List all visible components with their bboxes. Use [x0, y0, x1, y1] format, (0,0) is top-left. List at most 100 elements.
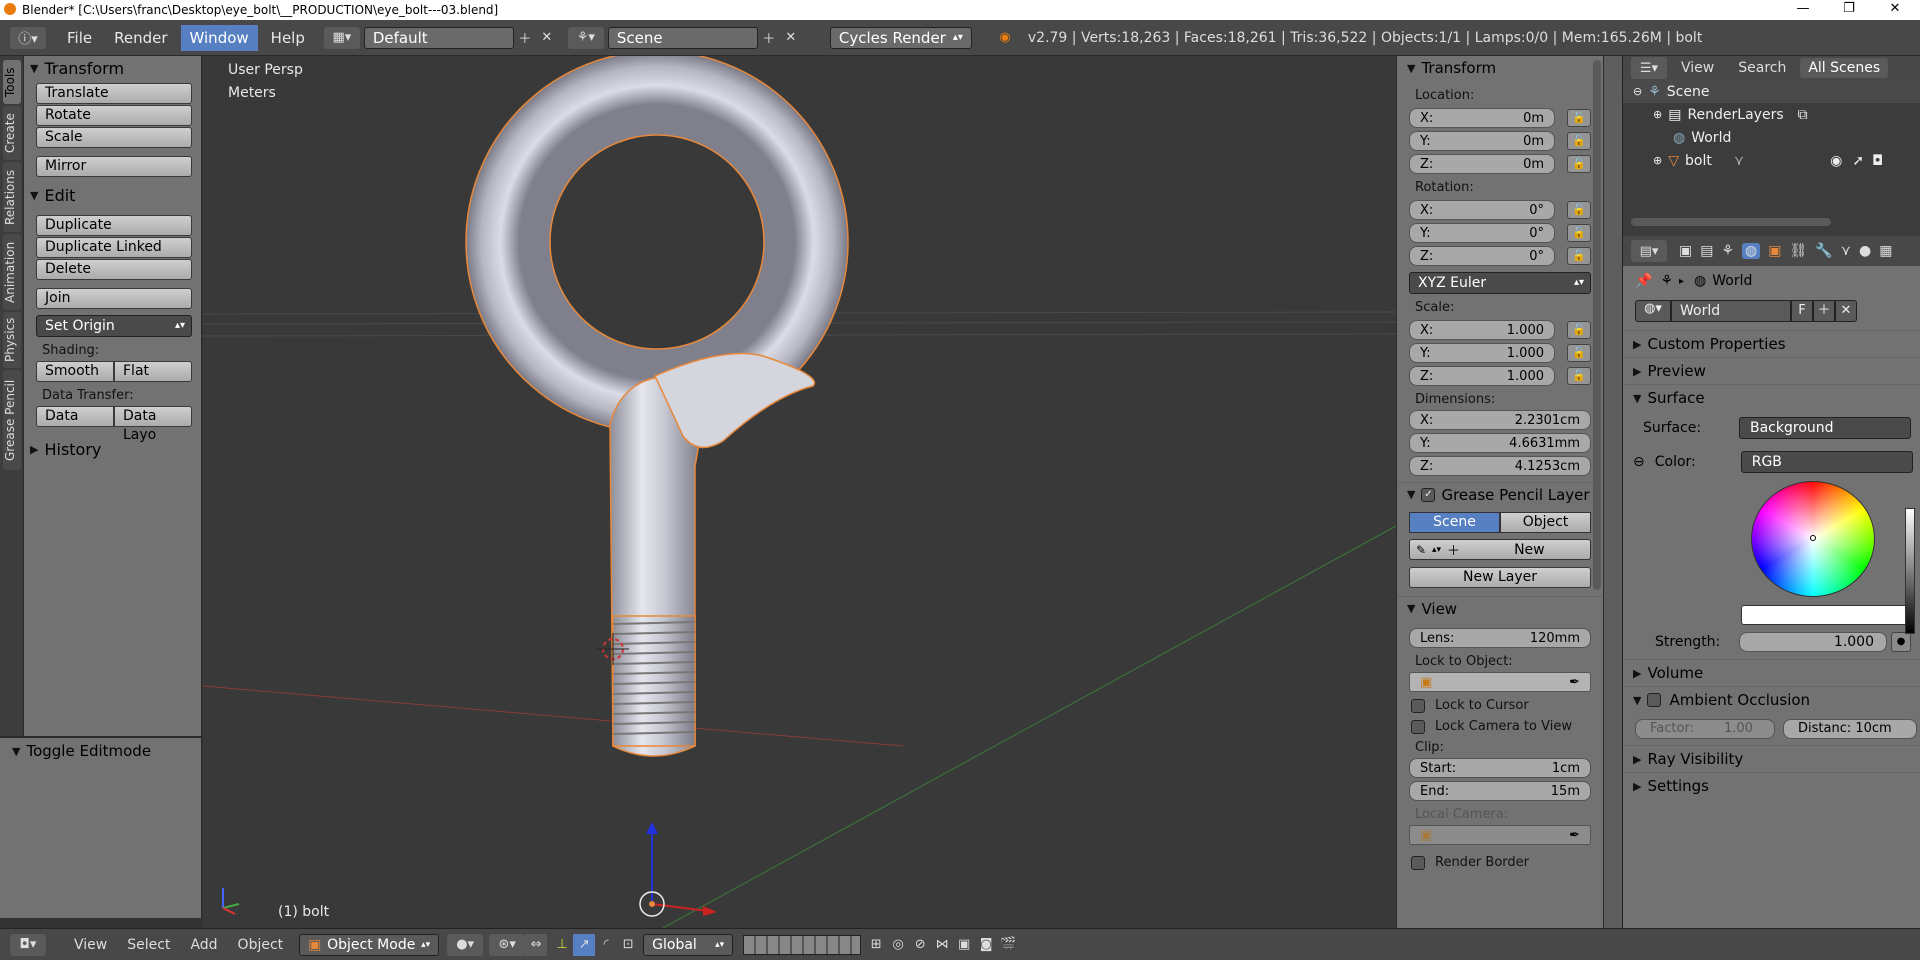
render-border-checkbox[interactable]: Render Border	[1411, 855, 1603, 870]
eye-icon[interactable]: ◉	[1830, 153, 1842, 169]
rotation-z-field[interactable]: Z: 0°	[1409, 246, 1555, 266]
manipulator-toggle-icon[interactable]: ⇔	[525, 933, 548, 956]
unlink-world-icon[interactable]: ✕	[1835, 300, 1857, 322]
editor-type-icon[interactable]: ◘▾	[10, 933, 46, 956]
lock-icon[interactable]: 🔓	[1567, 109, 1591, 127]
ray-visibility-panel[interactable]: ▶ Ray Visibility	[1623, 745, 1920, 772]
lock-to-cursor-checkbox[interactable]: Lock to Cursor	[1411, 698, 1603, 713]
outliner-row-bolt[interactable]: ⊕ ▽ bolt ⋎ ◉ ➚ ◘	[1623, 149, 1920, 172]
view-panel-header[interactable]: ▼ View	[1397, 596, 1603, 620]
strength-field[interactable]: 1.000	[1739, 632, 1887, 652]
menu-help[interactable]: Help	[262, 25, 314, 51]
layout-icon[interactable]: ▦▾	[323, 26, 360, 49]
checkbox-checked-icon[interactable]: ✓	[1421, 487, 1436, 502]
ao-factor-field[interactable]: Factor: 1.00	[1635, 719, 1775, 739]
world-browse-icon[interactable]: ◍▾	[1635, 300, 1671, 322]
rotation-x-field[interactable]: X: 0°	[1409, 200, 1555, 220]
add-layout-icon[interactable]: ＋	[514, 27, 536, 49]
link-socket-icon[interactable]: ●	[1891, 632, 1911, 652]
tab-physics[interactable]: Physics	[3, 312, 21, 368]
smooth-button[interactable]: Smooth	[36, 361, 114, 382]
color-mode-dropdown[interactable]: RGB	[1740, 451, 1913, 473]
orientation-dropdown[interactable]: Global ▴▾	[643, 933, 734, 956]
menu-select[interactable]: Select	[119, 937, 178, 953]
scale-x-field[interactable]: X: 1.000	[1409, 320, 1555, 340]
translate-button[interactable]: Translate	[36, 83, 192, 104]
lock-icon[interactable]: 🔓	[1567, 321, 1591, 339]
settings-panel[interactable]: ▶ Settings	[1623, 772, 1920, 799]
transform-panel-header[interactable]: ▼ Transform	[24, 56, 201, 80]
render-preview-icon[interactable]: ▣	[953, 934, 975, 956]
gp-object-button[interactable]: Object	[1500, 512, 1591, 533]
lock-layers-icon[interactable]: ⊞	[865, 934, 887, 956]
opengl-anim-icon[interactable]: 🎬	[997, 934, 1019, 956]
outliner-search-menu[interactable]: Search	[1738, 60, 1786, 76]
remove-layout-icon[interactable]: ✕	[536, 27, 558, 49]
lock-icon[interactable]: 🔓	[1567, 367, 1591, 385]
local-camera-field[interactable]: ▣ ✒	[1409, 825, 1591, 845]
snap-element-icon[interactable]: ⋈	[931, 934, 953, 956]
custom-properties-panel[interactable]: ▶ Custom Properties	[1623, 330, 1920, 357]
toggle-editmode-header[interactable]: ▼ Toggle Editmode	[0, 738, 201, 764]
lock-icon[interactable]: 🔓	[1567, 344, 1591, 362]
location-z-field[interactable]: Z: 0m	[1409, 154, 1555, 174]
ambient-occlusion-panel[interactable]: ▼ Ambient Occlusion	[1623, 686, 1920, 713]
transform-manipulator-icon[interactable]	[639, 822, 717, 917]
outliner-hscrollbar[interactable]	[1631, 218, 1831, 226]
data-layout-button[interactable]: Data Layo	[114, 406, 192, 443]
menu-render[interactable]: Render	[105, 25, 176, 51]
preview-panel[interactable]: ▶ Preview	[1623, 357, 1920, 384]
tab-grease-pencil[interactable]: Grease Pencil	[3, 370, 21, 470]
ao-checkbox[interactable]	[1647, 693, 1662, 707]
data-tab-icon[interactable]: ⋎	[1841, 243, 1851, 259]
flat-button[interactable]: Flat	[114, 361, 192, 382]
mode-dropdown[interactable]: ▣ Object Mode ▴▾	[299, 933, 440, 956]
gp-scene-button[interactable]: Scene	[1409, 512, 1500, 533]
tab-relations[interactable]: Relations	[3, 162, 21, 232]
material-tab-icon[interactable]: ●	[1859, 243, 1871, 259]
world-name-field[interactable]: World	[1671, 300, 1791, 322]
scene-tab-icon[interactable]: ⚘	[1721, 243, 1734, 259]
scale-y-field[interactable]: Y: 1.000	[1409, 343, 1555, 363]
modifiers-tab-icon[interactable]: 🔧	[1815, 243, 1832, 259]
3d-viewport[interactable]: User Persp Meters (1) bolt	[203, 56, 1396, 928]
clip-end-field[interactable]: End: 15m	[1409, 781, 1591, 801]
join-button[interactable]: Join	[36, 288, 192, 309]
color-wheel[interactable]	[1751, 481, 1875, 597]
minimize-icon[interactable]: —	[1780, 0, 1826, 20]
scale-box-icon[interactable]: ⊡	[617, 934, 639, 956]
duplicate-button[interactable]: Duplicate	[36, 215, 192, 236]
opengl-render-icon[interactable]: ◙	[975, 934, 997, 956]
eyedropper-icon[interactable]: ✒	[1569, 675, 1580, 690]
translate-manipulator-icon[interactable]: ⊥	[551, 934, 573, 956]
tab-create[interactable]: Create	[3, 106, 21, 160]
texture-tab-icon[interactable]: ▦	[1879, 243, 1892, 259]
remove-scene-icon[interactable]: ✕	[780, 27, 802, 49]
outliner-row-renderlayers[interactable]: ⊕ ▤ RenderLayers ⧉	[1623, 103, 1920, 126]
properties-type-icon[interactable]: ▤▾	[1631, 240, 1667, 262]
scale-z-field[interactable]: Z: 1.000	[1409, 366, 1555, 386]
rotation-mode-dropdown[interactable]: XYZ Euler ▴▾	[1409, 272, 1591, 294]
pin-icon[interactable]: 📌	[1635, 273, 1652, 289]
lock-camera-checkbox[interactable]: Lock Camera to View	[1411, 719, 1603, 734]
tab-animation[interactable]: Animation	[3, 234, 21, 310]
rotate-manipulator-icon[interactable]: ↗	[573, 933, 596, 956]
world-tab-icon[interactable]: ◍	[1742, 243, 1761, 259]
new-world-icon[interactable]: ＋	[1813, 300, 1835, 322]
history-panel-header[interactable]: ▶ History	[24, 437, 201, 461]
dimensions-z-field[interactable]: Z: 4.1253cm	[1409, 456, 1591, 476]
npanel-scrollbar[interactable]	[1593, 60, 1601, 590]
mirror-button[interactable]: Mirror	[36, 156, 192, 177]
editor-type-icon[interactable]: ⓘ▾	[10, 26, 46, 49]
lock-icon[interactable]: 🔓	[1567, 224, 1591, 242]
delete-button[interactable]: Delete	[36, 259, 192, 280]
cursor-select-icon[interactable]: ➚	[1852, 153, 1864, 169]
lock-icon[interactable]: 🔓	[1567, 247, 1591, 265]
edit-panel-header[interactable]: ▼ Edit	[24, 183, 201, 207]
lock-object-field[interactable]: ▣ ✒	[1409, 672, 1591, 692]
lock-icon[interactable]: 🔓	[1567, 155, 1591, 173]
menu-view[interactable]: View	[66, 937, 115, 953]
lens-field[interactable]: Lens: 120mm	[1409, 628, 1591, 648]
value-slider[interactable]	[1905, 508, 1915, 634]
scene-selector[interactable]: Scene	[607, 26, 758, 49]
